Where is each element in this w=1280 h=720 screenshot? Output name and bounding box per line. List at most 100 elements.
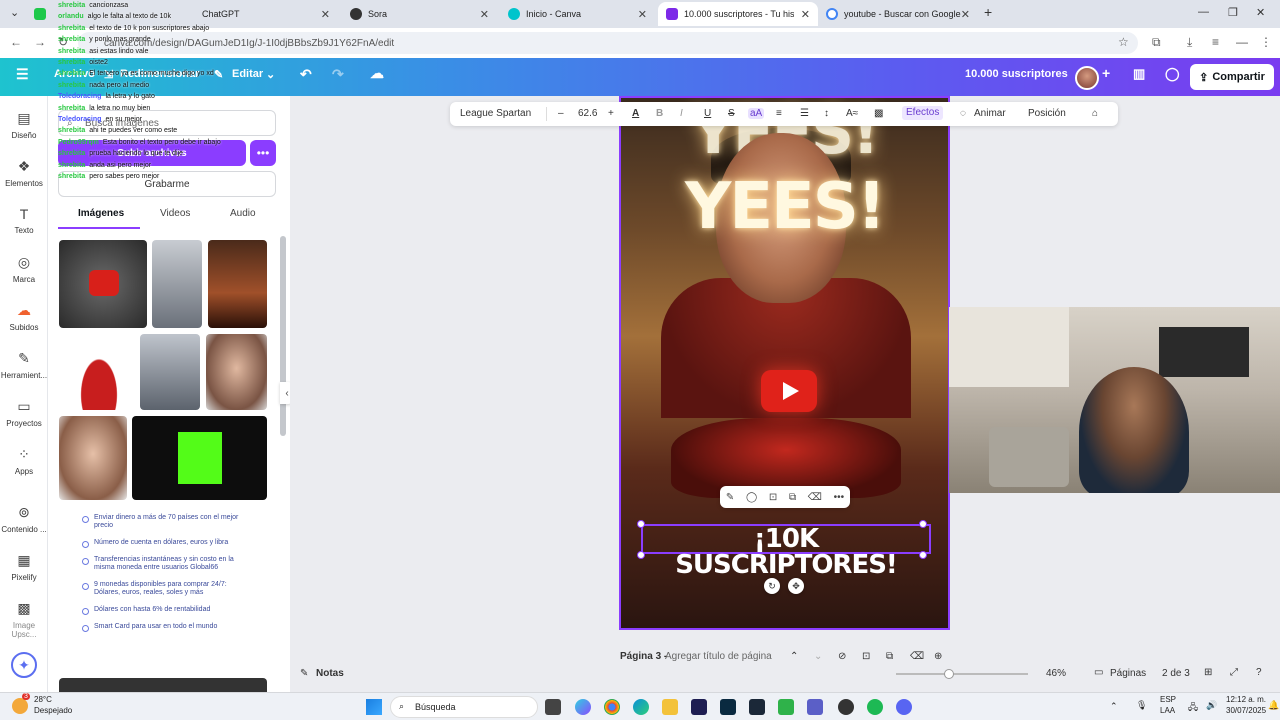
audition-icon[interactable]: [720, 699, 736, 715]
notes-icon[interactable]: ✎: [300, 668, 308, 679]
zoom-slider[interactable]: [896, 669, 1028, 679]
design-title[interactable]: 10.000 suscriptores: [965, 68, 1068, 80]
youtube-logo-icon[interactable]: [761, 370, 817, 412]
tab-canva-home[interactable]: Inicio - Canva ✕: [500, 2, 655, 26]
rail-item-uploads[interactable]: ☁ Subidos: [0, 302, 48, 332]
spotify-icon[interactable]: [867, 699, 883, 715]
kebab-menu-icon[interactable]: ⋮: [1260, 35, 1272, 49]
pages-icon[interactable]: ▭: [1094, 667, 1103, 678]
discord-icon[interactable]: [896, 699, 912, 715]
transparency-icon[interactable]: ▩: [874, 108, 883, 119]
close-icon[interactable]: ✕: [801, 8, 810, 21]
share-button[interactable]: ⇪ Compartir: [1190, 64, 1274, 90]
upload-thumb-kick-logo[interactable]: [132, 416, 267, 500]
comment-icon[interactable]: ◯: [1165, 66, 1180, 82]
panel-scrollbar[interactable]: [280, 236, 286, 436]
tab-design[interactable]: 10.000 suscriptores - Tu historia ✕: [658, 2, 818, 26]
align-center-icon[interactable]: ≡: [776, 108, 782, 119]
copilot-icon[interactable]: [575, 699, 591, 715]
animate-button[interactable]: Animar: [974, 108, 1006, 119]
rail-item-design[interactable]: ▤ Diseño: [0, 110, 48, 140]
rail-item-brand[interactable]: ◎ Marca: [0, 254, 48, 284]
resize-handle[interactable]: [637, 551, 645, 559]
tab-google[interactable]: youtube - Buscar con Google ✕: [818, 2, 978, 26]
add-collaborator-icon[interactable]: +: [1102, 65, 1110, 81]
clock-date[interactable]: 30/07/2025: [1226, 706, 1266, 715]
hide-page-icon[interactable]: ⊘: [838, 651, 846, 662]
rail-item-pixelify[interactable]: ▦ Pixelify: [0, 552, 48, 582]
resize-handle[interactable]: [637, 520, 645, 528]
obs-icon[interactable]: [838, 699, 854, 715]
window-close-icon[interactable]: ✕: [1256, 6, 1265, 19]
chrome-icon[interactable]: [604, 699, 620, 715]
copy-style-icon[interactable]: ⌂: [1092, 108, 1098, 119]
case-icon[interactable]: aA: [748, 108, 765, 119]
italic-icon[interactable]: I: [680, 108, 683, 119]
language-indicator[interactable]: ESP: [1160, 695, 1176, 704]
upload-thumb-street-photo[interactable]: [152, 240, 202, 328]
extensions-icon[interactable]: ⧉: [1152, 35, 1161, 50]
help-icon[interactable]: ?: [1256, 667, 1262, 678]
weather-icon[interactable]: [12, 698, 28, 714]
close-icon[interactable]: ✕: [480, 8, 489, 21]
text-color-icon[interactable]: A: [632, 108, 639, 119]
tab-search-icon[interactable]: ⌄: [10, 6, 19, 19]
maximize-icon[interactable]: ❐: [1228, 6, 1238, 19]
rail-item-text[interactable]: T Texto: [0, 206, 48, 235]
more-icon[interactable]: •••: [834, 492, 845, 503]
add-page-icon[interactable]: ⊕: [934, 651, 942, 662]
zoom-level[interactable]: 46%: [1046, 668, 1066, 679]
pages-button[interactable]: Páginas: [1110, 668, 1146, 679]
duplicate-page-icon[interactable]: ⧉: [886, 651, 893, 662]
redo-icon[interactable]: ↷: [332, 66, 344, 83]
spacing-icon[interactable]: ↕: [824, 108, 829, 119]
chevron-down-icon[interactable]: ⌄: [266, 68, 275, 81]
close-icon[interactable]: ✕: [961, 8, 970, 21]
download-icon[interactable]: ⤓: [1187, 35, 1192, 50]
volume-icon[interactable]: 🔊: [1206, 700, 1217, 711]
delete-page-icon[interactable]: ⌫: [910, 651, 924, 662]
resize-handle[interactable]: [919, 551, 927, 559]
upload-thumb-f1-poster[interactable]: [208, 240, 267, 328]
design-page[interactable]: YEES! YEES! ¡10K SUSCRIPTORES!: [619, 96, 950, 630]
duplicate-icon[interactable]: ⧉: [789, 492, 796, 503]
underline-icon[interactable]: U: [704, 108, 711, 119]
edge-icon[interactable]: [633, 699, 649, 715]
avatar[interactable]: [1075, 66, 1099, 90]
plus-icon[interactable]: +: [608, 108, 614, 119]
tab-sora[interactable]: Sora ✕: [342, 2, 497, 26]
network-icon[interactable]: 🖧: [1188, 700, 1198, 716]
rail-item-projects[interactable]: ▭ Proyectos: [0, 398, 48, 428]
media-controls-icon[interactable]: ≡: [1212, 35, 1219, 49]
teams-icon[interactable]: [807, 699, 823, 715]
animate-icon[interactable]: ◌: [960, 108, 966, 119]
chevron-up-icon[interactable]: ⌃: [1110, 701, 1118, 712]
menu-minus-icon[interactable]: —: [1236, 35, 1248, 49]
premiere-icon[interactable]: [691, 699, 707, 715]
rail-item-elements[interactable]: ❖ Elementos: [0, 158, 48, 188]
notifications-icon[interactable]: 🔔: [1268, 700, 1279, 711]
page-title-input[interactable]: Agregar título de página: [665, 651, 772, 662]
minus-icon[interactable]: –: [558, 108, 564, 119]
hamburger-menu-icon[interactable]: ☰: [16, 66, 29, 83]
steam-icon[interactable]: [749, 699, 765, 715]
lock-icon[interactable]: ⊡: [769, 492, 777, 503]
file-explorer-icon[interactable]: [662, 699, 678, 715]
close-icon[interactable]: ✕: [638, 8, 647, 21]
upload-thumb-street-photo-2[interactable]: [140, 334, 200, 410]
chevron-down-icon[interactable]: ⌄: [814, 651, 822, 662]
task-view-icon[interactable]: [545, 699, 561, 715]
comment-icon[interactable]: ◯: [746, 492, 757, 503]
upload-thumb-portrait[interactable]: [206, 334, 267, 410]
upload-thumb-red-jacket[interactable]: [68, 334, 130, 410]
notes-button[interactable]: Notas: [316, 668, 344, 679]
chevron-up-icon[interactable]: ⌃: [790, 651, 798, 662]
zoom-slider-handle[interactable]: [944, 669, 954, 679]
lock-page-icon[interactable]: ⊡: [862, 651, 870, 662]
font-selector[interactable]: League Spartan: [460, 108, 531, 119]
rail-item-tools[interactable]: ✎ Herramient...: [0, 350, 48, 380]
magic-write-icon[interactable]: ✎: [726, 492, 734, 503]
windows-start-icon[interactable]: [366, 699, 382, 715]
rail-item-content[interactable]: ⊚ Contenido ...: [0, 504, 48, 534]
font-size-input[interactable]: 62.6: [578, 108, 597, 119]
